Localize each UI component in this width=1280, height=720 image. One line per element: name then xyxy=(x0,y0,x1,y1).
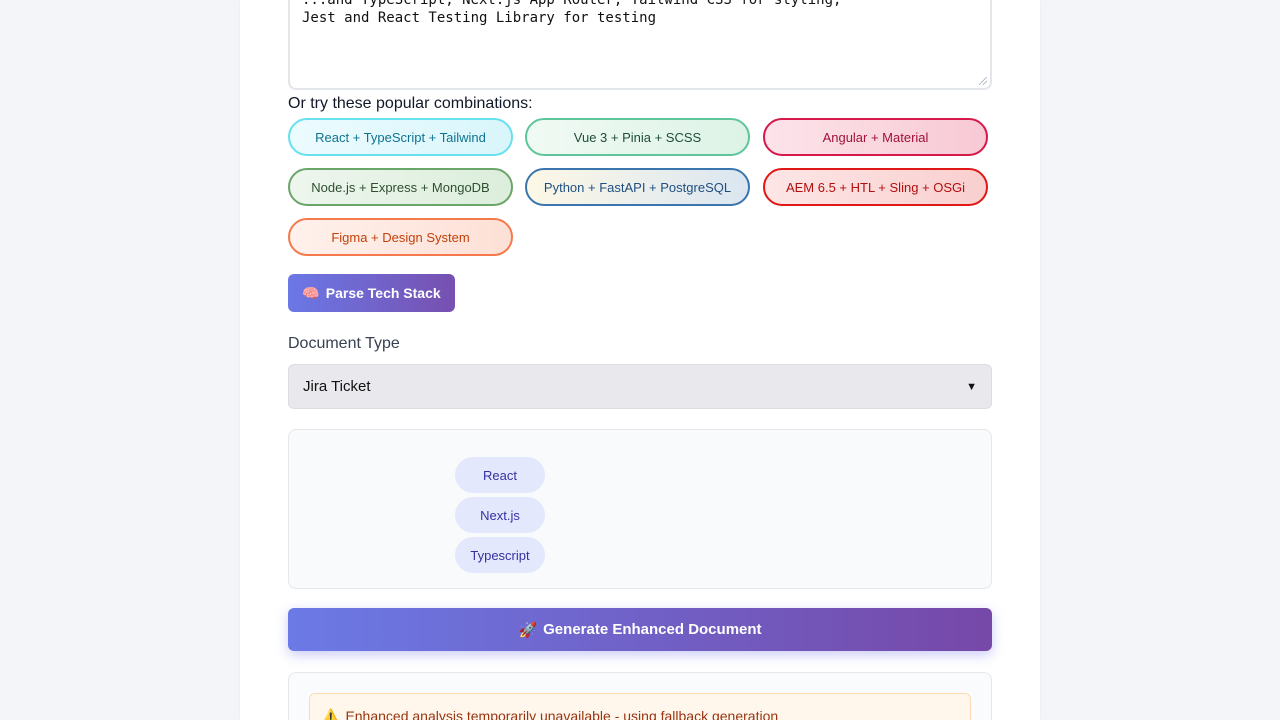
parse-button-label: Parse Tech Stack xyxy=(325,285,441,301)
document-type-value: Jira Ticket xyxy=(303,378,371,395)
brain-icon: 🧠 xyxy=(302,284,320,301)
combo-chip-react[interactable]: React + TypeScript + Tailwind xyxy=(288,118,513,156)
parsed-tags-panel: React Next.js Typescript xyxy=(288,429,992,589)
parse-tech-stack-button[interactable]: 🧠 Parse Tech Stack xyxy=(288,274,455,312)
rocket-icon: 🚀 xyxy=(518,621,538,639)
resize-handle-icon[interactable] xyxy=(979,77,987,85)
tech-tag[interactable]: Next.js xyxy=(455,497,545,533)
warning-text: Enhanced analysis temporarily unavailabl… xyxy=(345,708,779,720)
combo-chip-node[interactable]: Node.js + Express + MongoDB xyxy=(288,168,513,206)
combo-chip-vue[interactable]: Vue 3 + Pinia + SCSS xyxy=(525,118,750,156)
tech-tag[interactable]: React xyxy=(455,457,545,493)
warning-icon: ⚠️ xyxy=(322,708,340,720)
combo-chip-aem[interactable]: AEM 6.5 + HTL + Sling + OSGi xyxy=(763,168,988,206)
warning-banner: ⚠️ Enhanced analysis temporarily unavail… xyxy=(309,693,971,720)
document-type-label: Document Type xyxy=(288,335,400,352)
textarea-line: Jest and React Testing Library for testi… xyxy=(302,10,657,26)
generate-button-label: Generate Enhanced Document xyxy=(543,621,762,638)
tech-tag[interactable]: Typescript xyxy=(455,537,545,573)
tech-stack-textarea[interactable]: ...and TypeScript, Next.js App Router, T… xyxy=(288,0,992,90)
combo-chip-figma[interactable]: Figma + Design System xyxy=(288,218,513,256)
chevron-down-icon: ▼ xyxy=(966,380,977,393)
combo-chip-angular[interactable]: Angular + Material xyxy=(763,118,988,156)
combo-chip-python[interactable]: Python + FastAPI + PostgreSQL xyxy=(525,168,750,206)
document-type-select[interactable]: Jira Ticket ▼ xyxy=(288,364,992,409)
generate-document-button[interactable]: 🚀 Generate Enhanced Document xyxy=(288,608,992,651)
combinations-label: Or try these popular combinations: xyxy=(288,95,533,112)
